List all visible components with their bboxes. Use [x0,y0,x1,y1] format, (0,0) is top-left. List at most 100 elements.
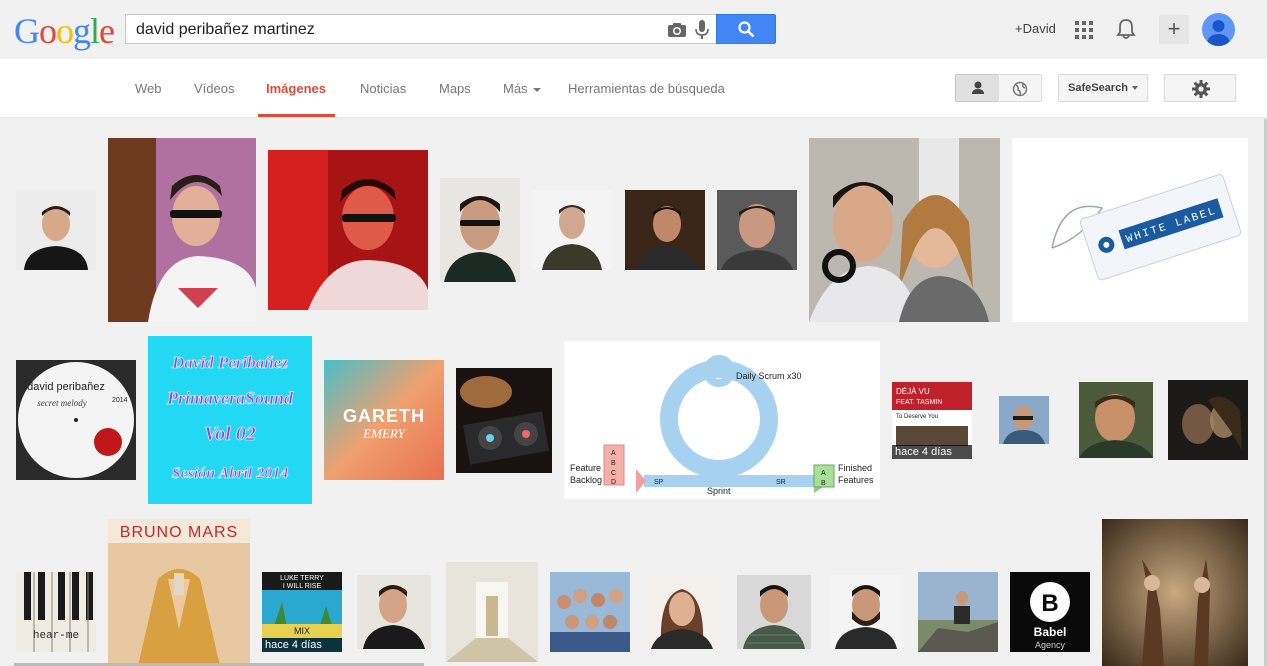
vinyl-year: 2014 [112,397,128,404]
result-thumbnail [357,575,431,649]
search-tabs-bar: Web Vídeos Imágenes Noticias Maps Más He… [0,59,1267,118]
luke-terry-title: LUKE TERRY [280,575,324,582]
image-result[interactable] [357,575,431,649]
result-thumbnail [645,575,719,649]
result-thumbnail: Daily Scrum x30 Feature Backlog Finished… [564,341,880,499]
sprint-diagram-result[interactable]: Daily Scrum x30 Feature Backlog Finished… [564,341,880,499]
result-thumbnail [717,190,797,270]
image-result[interactable] [16,190,96,270]
search-input[interactable] [136,20,656,40]
result-thumbnail: BRUNO MARS [108,519,250,666]
finished-line2: Features [838,475,874,485]
gareth-title: GARETH [343,406,425,426]
image-results-grid: WHITE LABEL david peribañez secret melod… [0,119,1267,666]
tab-news[interactable]: Noticias [360,81,406,96]
result-thumbnail [108,138,256,322]
personal-results-button[interactable] [955,74,999,102]
result-thumbnail [737,575,811,649]
result-thumbnail [1102,519,1248,666]
search-box [125,14,717,44]
svg-text:B: B [1041,590,1058,617]
image-result[interactable] [456,368,552,473]
image-result[interactable] [717,190,797,270]
safesearch-dropdown[interactable]: SafeSearch [1058,74,1148,102]
search-button[interactable] [716,14,776,44]
image-result[interactable] [1102,519,1248,666]
person-icon [972,81,984,94]
image-result[interactable] [268,150,428,310]
chevron-down-icon [1131,86,1138,91]
image-result[interactable] [1168,380,1248,460]
image-result[interactable] [737,575,811,649]
result-thumbnail [532,190,612,270]
camera-icon[interactable] [667,22,687,38]
feature-backlog-line2: Backlog [570,475,602,485]
result-thumbnail [918,572,998,652]
image-result[interactable] [809,138,1000,322]
image-result[interactable]: hear-me [16,572,96,652]
microphone-icon[interactable] [695,20,709,40]
result-thumbnail [625,190,705,270]
image-result[interactable]: DÉJÀ VU FEAT. TASMIN To Deserve You hace… [892,382,972,459]
result-thumbnail [456,368,552,473]
result-thumbnail: hear-me [16,572,96,652]
tab-more-label: Más [503,81,528,96]
apps-grid-icon[interactable] [1075,21,1093,39]
image-result[interactable]: david peribañez secret melody 2014 [16,360,136,480]
image-result[interactable] [1079,382,1153,458]
image-result[interactable] [999,396,1049,444]
result-thumbnail [440,178,520,282]
finished-item: A [821,470,826,477]
settings-button[interactable] [1164,74,1236,102]
tab-web[interactable]: Web [135,81,162,96]
result-thumbnail [829,575,903,649]
image-result[interactable] [532,190,612,270]
sp-label: SP [654,479,664,486]
bell-icon[interactable] [1116,18,1136,40]
feature-backlog-line1: Feature [570,463,601,473]
backlog-item: A [611,450,616,457]
plus-icon: + [1167,16,1181,41]
image-result[interactable]: B Babel Agency [1010,572,1090,652]
sr-label: SR [776,479,786,486]
image-result[interactable] [446,562,538,662]
babel-title: Babel [1034,625,1067,639]
mix-label: MIX [294,626,310,636]
share-plus-button[interactable]: + [1159,15,1189,44]
hide-personal-results-button[interactable] [998,74,1042,102]
result-thumbnail [1168,380,1248,460]
image-result[interactable] [440,178,520,282]
image-result[interactable]: BRUNO MARS [108,519,250,666]
recent-badge: hace 4 días [892,445,972,459]
image-result[interactable] [645,575,719,649]
image-result[interactable]: LUKE TERRY I WILL RISE MIX hace 4 días [262,572,342,652]
result-thumbnail: WHITE LABEL [1012,138,1248,322]
image-result[interactable] [108,138,256,322]
image-result[interactable]: GARETH EMERY [324,360,444,480]
result-thumbnail [16,190,96,270]
image-result[interactable] [918,572,998,652]
vinyl-title: secret melody [37,398,86,408]
tab-more[interactable]: Más [503,81,541,96]
result-thumbnail [809,138,1000,322]
image-result[interactable] [625,190,705,270]
logo-letter: o [39,11,57,51]
globe-icon [1012,81,1028,97]
image-result[interactable]: WHITE LABEL [1012,138,1248,322]
logo-letter: l [90,11,100,51]
user-profile-link[interactable]: +David [1015,21,1056,36]
avatar[interactable] [1202,13,1235,46]
result-thumbnail [268,150,428,310]
tab-videos[interactable]: Vídeos [194,81,234,96]
backlog-item: C [611,470,616,477]
google-logo[interactable]: Google [14,11,115,51]
tab-images[interactable]: Imágenes [266,81,326,96]
tab-search-tools[interactable]: Herramientas de búsqueda [568,81,725,96]
image-result[interactable]: David Peribañez PrimaveraSound Vol 02 Se… [148,336,312,504]
vinyl-artist: david peribañez [27,381,105,393]
image-result[interactable] [829,575,903,649]
tab-maps[interactable]: Maps [439,81,471,96]
image-result[interactable] [550,572,630,652]
bruno-mars-title: BRUNO MARS [120,524,238,541]
cover-line-1: David Peribañez [171,353,288,372]
